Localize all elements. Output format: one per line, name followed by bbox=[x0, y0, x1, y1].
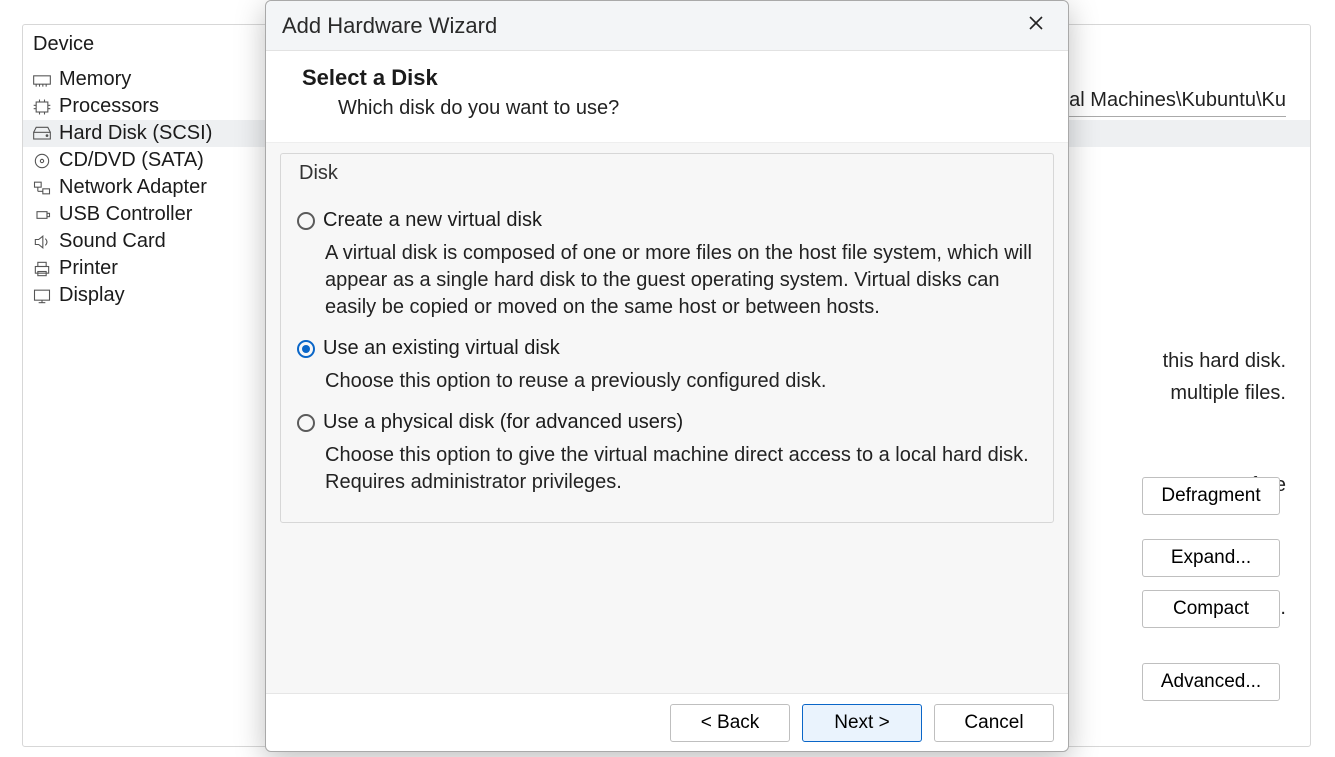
device-label: USB Controller bbox=[59, 203, 192, 226]
radio-icon bbox=[297, 212, 315, 230]
radio-description: Choose this option to reuse a previously… bbox=[325, 368, 1037, 395]
memory-icon bbox=[31, 70, 53, 90]
back-button[interactable]: < Back bbox=[670, 704, 790, 742]
device-label: CD/DVD (SATA) bbox=[59, 149, 204, 172]
add-hardware-wizard-dialog: Add Hardware Wizard Select a Disk Which … bbox=[265, 0, 1069, 752]
radio-create-new-disk[interactable]: Create a new virtual disk bbox=[297, 209, 1037, 232]
radio-label: Use an existing virtual disk bbox=[323, 337, 560, 360]
dialog-title: Add Hardware Wizard bbox=[282, 13, 1018, 39]
wizard-footer: < Back Next > Cancel bbox=[266, 693, 1068, 751]
radio-use-existing-disk[interactable]: Use an existing virtual disk bbox=[297, 337, 1037, 360]
radio-use-physical-disk[interactable]: Use a physical disk (for advanced users) bbox=[297, 411, 1037, 434]
radio-description: A virtual disk is composed of one or mor… bbox=[325, 240, 1037, 321]
speaker-icon bbox=[31, 232, 53, 252]
hdd-icon bbox=[31, 124, 53, 144]
device-label: Hard Disk (SCSI) bbox=[59, 122, 212, 145]
network-icon bbox=[31, 178, 53, 198]
close-icon bbox=[1028, 15, 1044, 36]
display-icon bbox=[31, 286, 53, 306]
device-label: Processors bbox=[59, 95, 159, 118]
radio-label: Create a new virtual disk bbox=[323, 209, 542, 232]
radio-description: Choose this option to give the virtual m… bbox=[325, 442, 1037, 496]
dialog-titlebar[interactable]: Add Hardware Wizard bbox=[266, 1, 1068, 51]
advanced-button[interactable]: Advanced... bbox=[1142, 663, 1280, 701]
wizard-body: Disk Create a new virtual disk A virtual… bbox=[266, 143, 1068, 693]
disk-groupbox: Disk Create a new virtual disk A virtual… bbox=[280, 153, 1054, 523]
device-label: Network Adapter bbox=[59, 176, 207, 199]
disk-path-fragment: ual Machines\Kubuntu\Ku bbox=[1058, 89, 1286, 117]
wizard-header: Select a Disk Which disk do you want to … bbox=[266, 51, 1068, 143]
close-button[interactable] bbox=[1018, 8, 1054, 44]
disc-icon bbox=[31, 151, 53, 171]
wizard-subheading: Which disk do you want to use? bbox=[338, 97, 1038, 120]
radio-icon bbox=[297, 414, 315, 432]
next-button[interactable]: Next > bbox=[802, 704, 922, 742]
cancel-button[interactable]: Cancel bbox=[934, 704, 1054, 742]
device-label: Display bbox=[59, 284, 125, 307]
group-legend: Disk bbox=[297, 162, 344, 185]
bg-text-fragment: multiple files. bbox=[1170, 382, 1286, 405]
printer-icon bbox=[31, 259, 53, 279]
radio-icon bbox=[297, 340, 315, 358]
defragment-button[interactable]: Defragment bbox=[1142, 477, 1280, 515]
wizard-heading: Select a Disk bbox=[302, 65, 1038, 91]
bg-text-fragment: this hard disk. bbox=[1163, 350, 1286, 373]
device-label: Sound Card bbox=[59, 230, 166, 253]
device-label: Printer bbox=[59, 257, 118, 280]
usb-icon bbox=[31, 205, 53, 225]
device-label: Memory bbox=[59, 68, 131, 91]
cpu-icon bbox=[31, 97, 53, 117]
radio-label: Use a physical disk (for advanced users) bbox=[323, 411, 683, 434]
expand-button[interactable]: Expand... bbox=[1142, 539, 1280, 577]
compact-button[interactable]: Compact bbox=[1142, 590, 1280, 628]
